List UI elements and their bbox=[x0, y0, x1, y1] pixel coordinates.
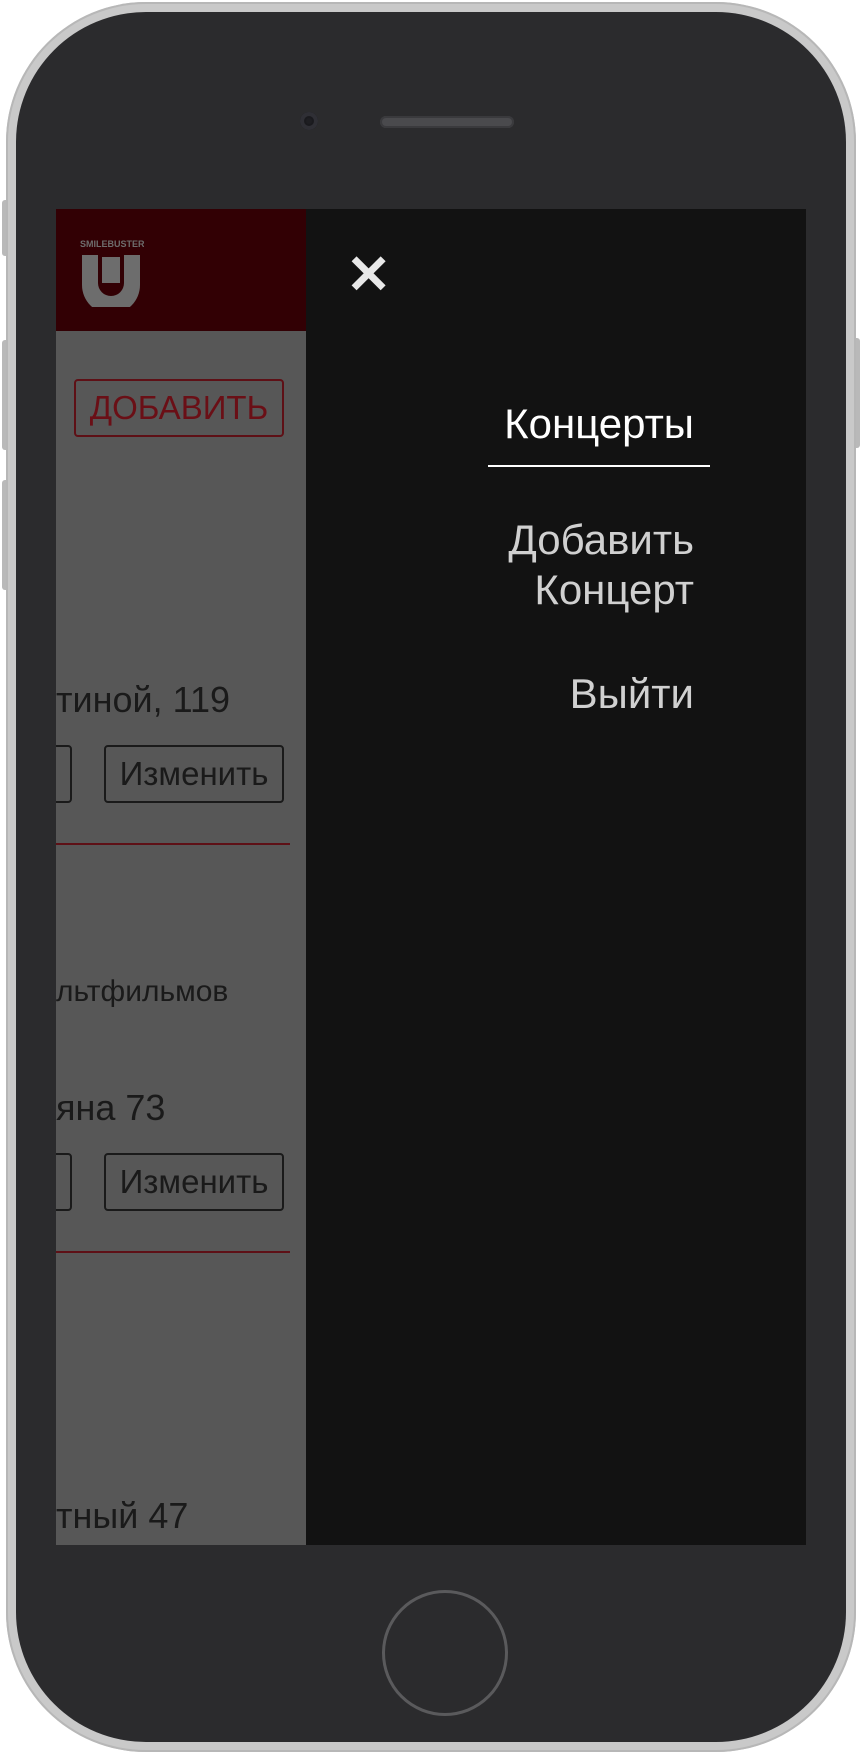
edit-button[interactable]: Изменить bbox=[104, 745, 284, 803]
concert-address: тиной, 119 bbox=[56, 679, 231, 720]
card-separator bbox=[56, 1251, 290, 1253]
add-button[interactable]: ДОБАВИТЬ bbox=[74, 379, 284, 437]
front-camera bbox=[300, 112, 318, 130]
menu-item-add-concert-line2: Концерт bbox=[534, 566, 694, 613]
menu-spacer bbox=[504, 615, 694, 669]
device-mockup: SMILEBUSTERS ДОБАВИТЬ тиной, 119 Изменит… bbox=[0, 0, 862, 1754]
delete-button[interactable] bbox=[56, 1153, 72, 1211]
menu-item-logout[interactable]: Выйти bbox=[504, 669, 694, 719]
close-icon[interactable]: ✕ bbox=[346, 248, 391, 302]
drawer-menu: Концерты Добавить Концерт Выйти bbox=[488, 399, 710, 719]
screen: SMILEBUSTERS ДОБАВИТЬ тиной, 119 Изменит… bbox=[56, 209, 806, 1545]
smilebusters-logo[interactable]: SMILEBUSTERS bbox=[78, 237, 144, 307]
card-separator bbox=[56, 843, 290, 845]
concert-address: тный 47 bbox=[56, 1495, 189, 1536]
menu-item-add-concert[interactable]: Добавить Концерт bbox=[504, 515, 694, 615]
nav-drawer: ✕ Концерты Добавить Концерт Выйти bbox=[306, 209, 806, 1545]
logo-text: SMILEBUSTERS bbox=[80, 239, 144, 249]
concert-title: льтфильмов bbox=[56, 975, 229, 1008]
app-header: SMILEBUSTERS bbox=[56, 209, 306, 331]
edit-button[interactable]: Изменить bbox=[104, 1153, 284, 1211]
page-underlay: SMILEBUSTERS ДОБАВИТЬ тиной, 119 Изменит… bbox=[56, 209, 306, 1545]
concert-address: яна 73 bbox=[56, 1087, 166, 1128]
menu-item-concerts[interactable]: Концерты bbox=[488, 399, 710, 467]
menu-spacer bbox=[504, 467, 694, 515]
home-button[interactable] bbox=[382, 1590, 508, 1716]
delete-button[interactable] bbox=[56, 745, 72, 803]
earpiece-speaker bbox=[380, 116, 514, 128]
menu-item-add-concert-line1: Добавить bbox=[508, 516, 694, 563]
